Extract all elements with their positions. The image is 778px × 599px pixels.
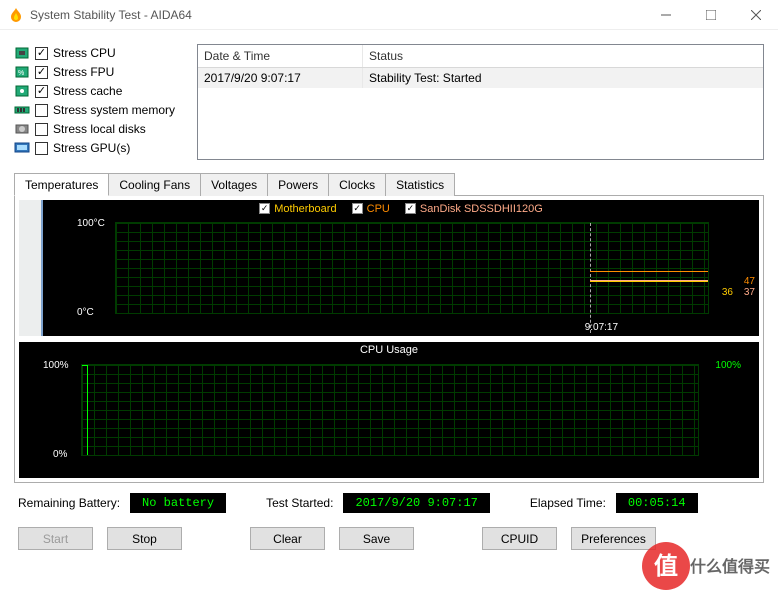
stress-cpu-checkbox[interactable] [35,47,48,60]
temp-ytick-min: 0°C [77,307,94,318]
title-bar: System Stability Test - AIDA64 [0,0,778,30]
stress-fpu-label: Stress FPU [53,65,114,79]
stop-button[interactable]: Stop [107,527,182,550]
temperature-grid [115,222,709,314]
chart-panel: ✓Motherboard ✓CPU ✓SanDisk SDSSDHII120G … [14,195,764,483]
legend-cpu-checkbox[interactable]: ✓ [352,203,363,214]
usage-value-right: 100% [715,360,741,371]
event-log-header: Date & Time Status [198,45,763,68]
disk-icon [14,122,30,136]
legend-sandisk-checkbox[interactable]: ✓ [405,203,416,214]
stress-memory-checkbox[interactable] [35,104,48,117]
cpu-usage-title: CPU Usage [19,344,759,356]
temp-value-sandisk: 37 [744,287,755,298]
minimize-button[interactable] [643,0,688,30]
legend-motherboard-label: Motherboard [274,203,336,215]
app-icon [8,7,24,23]
header-datetime[interactable]: Date & Time [198,45,363,67]
cache-icon [14,84,30,98]
stress-cpu-row: Stress CPU [14,44,179,62]
start-button: Start [18,527,93,550]
usage-ytick-min-left: 0% [53,449,67,460]
cpuid-button[interactable]: CPUID [482,527,557,550]
ram-icon [14,103,30,117]
svg-text:什么值得买: 什么值得买 [690,557,770,576]
stress-fpu-checkbox[interactable] [35,66,48,79]
temp-value-cpu: 47 [744,276,755,287]
svg-text:值: 值 [654,552,678,580]
temp-value-motherboard: 36 [722,287,733,298]
tab-clocks[interactable]: Clocks [328,173,386,196]
legend-cpu-label: CPU [367,203,390,215]
battery-label: Remaining Battery: [18,496,120,510]
tab-cooling-fans[interactable]: Cooling Fans [108,173,201,196]
stress-disk-row: Stress local disks [14,120,179,138]
stress-gpu-row: Stress GPU(s) [14,139,179,157]
chart-tabs: Temperatures Cooling Fans Voltages Power… [14,172,764,195]
temperature-legend: ✓ Motherboard ✓ CPU ✓ SanDisk SDSSDHII120G [43,202,759,215]
started-value: 2017/9/20 9:07:17 [343,493,489,513]
event-datetime: 2017/9/20 9:07:17 [198,68,363,88]
clear-button[interactable]: Clear [250,527,325,550]
stress-memory-label: Stress system memory [53,103,175,117]
stress-memory-row: Stress system memory [14,101,179,119]
close-button[interactable] [733,0,778,30]
stress-fpu-row: % Stress FPU [14,63,179,81]
save-button[interactable]: Save [339,527,414,550]
legend-motherboard-checkbox[interactable]: ✓ [259,203,270,214]
cpu-icon [14,46,30,60]
maximize-button[interactable] [688,0,733,30]
temperature-chart-row: ✓Motherboard ✓CPU ✓SanDisk SDSSDHII120G … [19,200,759,336]
chart-thumbnail-column[interactable] [19,200,43,336]
fpu-icon: % [14,65,30,79]
header-status[interactable]: Status [363,45,763,67]
stress-cpu-label: Stress CPU [53,46,116,60]
event-log-table: Date & Time Status 2017/9/20 9:07:17 Sta… [197,44,764,160]
svg-text:%: % [18,70,24,77]
stress-disk-checkbox[interactable] [35,123,48,136]
tab-powers[interactable]: Powers [267,173,329,196]
tab-temperatures[interactable]: Temperatures [14,173,109,196]
usage-ytick-max-left: 100% [43,360,69,371]
gpu-icon [14,141,30,155]
event-log-row[interactable]: 2017/9/20 9:07:17 Stability Test: Starte… [198,68,763,88]
watermark: 值 什么值得买 [638,526,778,594]
temp-ytick-max: 100°C [77,218,105,229]
battery-value: No battery [130,493,226,513]
temp-xtick: 9:07:17 [585,322,618,333]
stress-cache-label: Stress cache [53,84,122,98]
tab-voltages[interactable]: Voltages [200,173,268,196]
event-status: Stability Test: Started [363,68,763,88]
stress-cache-checkbox[interactable] [35,85,48,98]
status-row: Remaining Battery: No battery Test Start… [14,493,764,513]
legend-sandisk-label: SanDisk SDSSDHII120G [420,203,543,215]
temperature-chart: ✓Motherboard ✓CPU ✓SanDisk SDSSDHII120G … [43,200,759,336]
elapsed-value: 00:05:14 [616,493,698,513]
started-label: Test Started: [266,496,333,510]
tab-statistics[interactable]: Statistics [385,173,455,196]
stress-options: Stress CPU % Stress FPU Stress cache Str… [14,44,179,160]
window-title: System Stability Test - AIDA64 [30,8,643,22]
stress-gpu-label: Stress GPU(s) [53,141,130,155]
cpu-usage-grid [81,364,699,456]
cpu-usage-chart: CPU Usage 100% 0% 100% [19,342,759,478]
stress-cache-row: Stress cache [14,82,179,100]
stress-gpu-checkbox[interactable] [35,142,48,155]
elapsed-label: Elapsed Time: [530,496,606,510]
stress-disk-label: Stress local disks [53,122,146,136]
